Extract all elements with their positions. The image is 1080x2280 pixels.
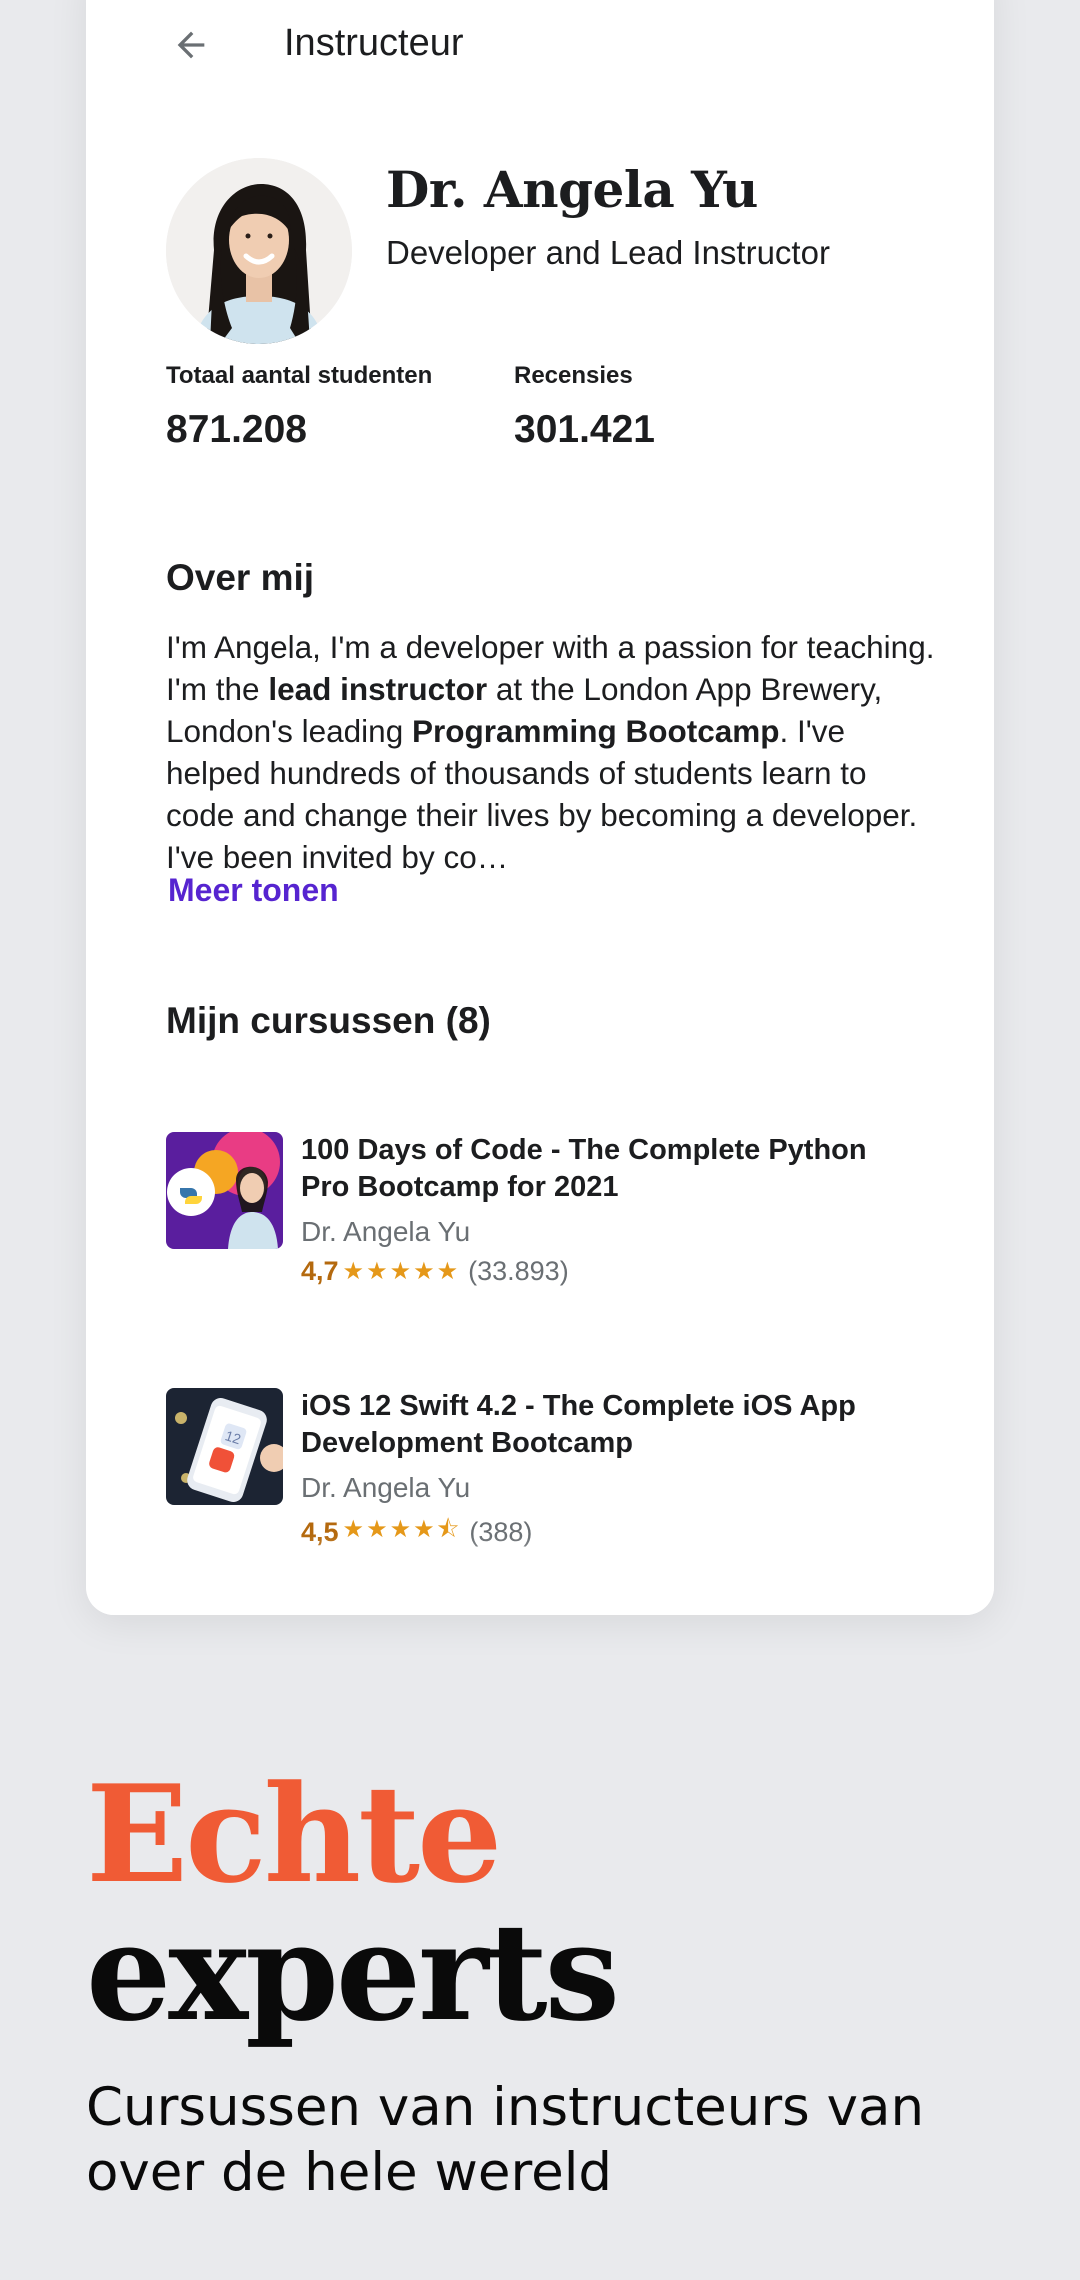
- course-thumbnail: [166, 1132, 283, 1249]
- students-stat: Totaal aantal studenten 871.208: [166, 362, 432, 452]
- course-title: 100 Days of Code - The Complete Python P…: [301, 1134, 867, 1203]
- star-icon: ★★★★★: [342, 1258, 461, 1285]
- bottom-fade: [86, 1535, 994, 1615]
- courses-title: Mijn cursussen (8): [166, 1000, 491, 1041]
- top-bar: Instructeur: [86, 0, 994, 90]
- course-item[interactable]: 12 iOS 12 Swift 4.2 - The Complete iOS A…: [166, 1388, 926, 1547]
- promo-heading-line1: Echte: [86, 1755, 502, 1913]
- promo-heading-line2: experts: [86, 1893, 620, 2051]
- course-item[interactable]: 100 Days of Code - The Complete Python P…: [166, 1132, 926, 1286]
- rating-value: 4,7: [301, 1256, 339, 1286]
- students-label: Totaal aantal studenten: [166, 362, 433, 389]
- students-value: 871.208: [166, 408, 307, 451]
- avatar-portrait: [166, 158, 352, 344]
- page-title: Instructeur: [284, 22, 464, 64]
- rating-count: (33.893): [468, 1256, 569, 1286]
- course-rating: 4,7 ★★★★★ (33.893): [301, 1256, 569, 1287]
- about-bold-lead: lead instructor: [268, 671, 488, 707]
- instructor-headline: Developer and Lead Instructor: [386, 234, 830, 271]
- ios-course-thumbnail-image: 12: [166, 1388, 283, 1505]
- avatar: [166, 158, 352, 344]
- instructor-card: Instructeur Dr. Angela Yu Developer and …: [86, 0, 994, 1615]
- course-author: Dr. Angela Yu: [301, 1472, 471, 1503]
- about-text: I'm Angela, I'm a developer with a passi…: [166, 626, 936, 878]
- reviews-value: 301.421: [514, 408, 655, 451]
- instructor-name: Dr. Angela Yu: [386, 160, 758, 219]
- python-course-thumbnail-image: [166, 1132, 283, 1249]
- arrow-left-icon: [177, 31, 205, 59]
- show-more-link[interactable]: Meer tonen: [168, 872, 339, 909]
- course-title: iOS 12 Swift 4.2 - The Complete iOS App …: [301, 1390, 856, 1459]
- reviews-stat: Recensies 301.421: [514, 362, 655, 452]
- promo-subtitle: Cursussen van instructeurs van over de h…: [86, 2077, 925, 2203]
- about-bold-bootcamp: Programming Bootcamp: [411, 713, 780, 749]
- course-author: Dr. Angela Yu: [301, 1216, 471, 1247]
- about-title: Over mij: [166, 557, 315, 598]
- reviews-label: Recensies: [514, 362, 633, 389]
- back-button[interactable]: [166, 20, 216, 70]
- course-thumbnail: 12: [166, 1388, 283, 1505]
